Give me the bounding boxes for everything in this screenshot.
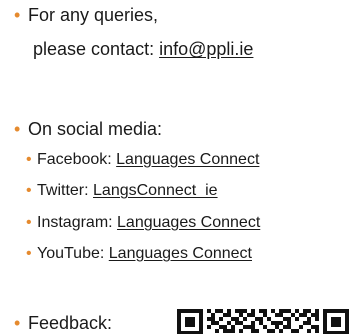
instagram-link[interactable]: Languages Connect bbox=[117, 214, 260, 231]
feedback-line: • Feedback: bbox=[14, 312, 112, 334]
feedback-qr-code-icon[interactable] bbox=[177, 309, 349, 334]
social-item-instagram: • Instagram: Languages Connect bbox=[26, 213, 260, 233]
bullet-icon: • bbox=[26, 182, 32, 199]
social-label-twitter: Twitter: bbox=[37, 182, 94, 199]
bullet-icon: • bbox=[26, 214, 32, 231]
social-heading: • On social media: bbox=[14, 118, 162, 140]
social-label-instagram: Instagram: bbox=[37, 214, 118, 231]
bullet-icon: • bbox=[14, 313, 21, 333]
bullet-icon: • bbox=[26, 245, 32, 262]
twitter-link[interactable]: LangsConnect_ie bbox=[93, 182, 218, 199]
contact-line-1: • For any queries, bbox=[14, 4, 158, 26]
social-item-twitter: • Twitter: LangsConnect_ie bbox=[26, 181, 218, 201]
facebook-link[interactable]: Languages Connect bbox=[116, 151, 259, 168]
bullet-icon: • bbox=[14, 119, 21, 139]
contact-line-2: please contact: info@ppli.ie bbox=[33, 38, 253, 60]
bullet-icon: • bbox=[26, 151, 32, 168]
bullet-icon: • bbox=[14, 5, 21, 25]
social-label-youtube: YouTube: bbox=[37, 245, 109, 262]
youtube-link[interactable]: Languages Connect bbox=[109, 245, 252, 262]
contact-email-link[interactable]: info@ppli.ie bbox=[159, 39, 253, 59]
social-item-youtube: • YouTube: Languages Connect bbox=[26, 244, 252, 264]
contact-prefix-text: please contact: bbox=[33, 39, 160, 59]
social-heading-text: On social media: bbox=[28, 119, 163, 139]
feedback-label: Feedback: bbox=[28, 313, 113, 333]
social-label-facebook: Facebook: bbox=[37, 151, 117, 168]
social-item-facebook: • Facebook: Languages Connect bbox=[26, 150, 259, 170]
contact-intro-text: For any queries, bbox=[28, 5, 159, 25]
